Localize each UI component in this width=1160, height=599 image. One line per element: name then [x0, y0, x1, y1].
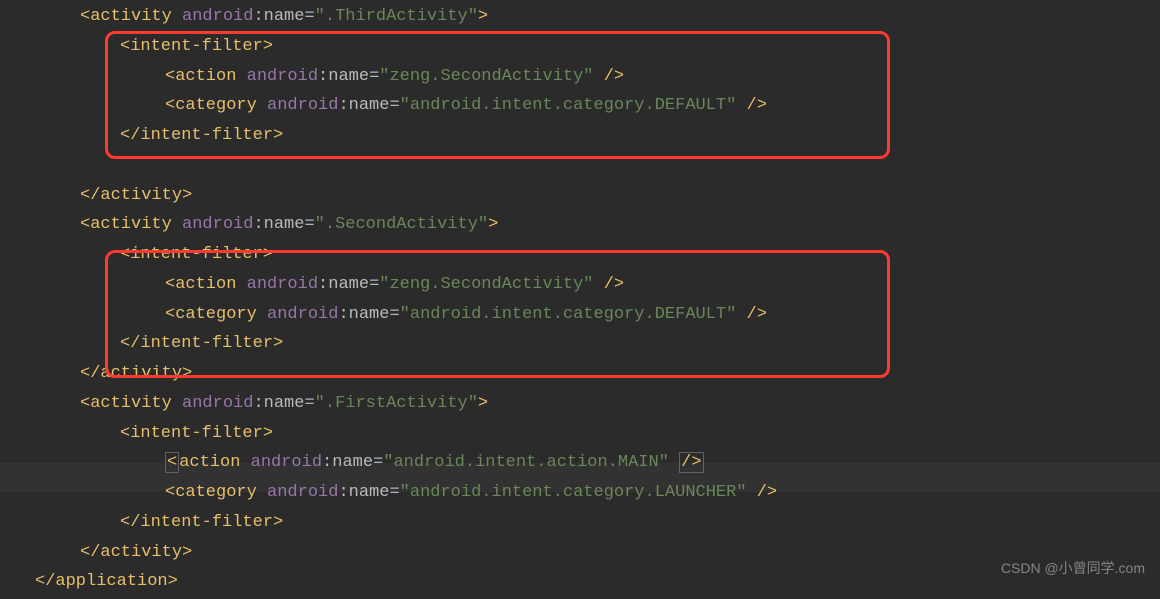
code-line[interactable]: <activity android:name=".FirstActivity"> [0, 389, 1160, 419]
code-line[interactable]: </activity> [0, 538, 1160, 568]
code-line[interactable]: <action android:name="zeng.SecondActivit… [0, 62, 1160, 92]
code-line[interactable]: </intent-filter> [0, 508, 1160, 538]
code-line[interactable]: <activity android:name=".SecondActivity"… [0, 210, 1160, 240]
code-line[interactable]: <category android:name="android.intent.c… [0, 300, 1160, 330]
code-line[interactable]: <action android:name="android.intent.act… [0, 448, 1160, 478]
code-line[interactable]: <category android:name="android.intent.c… [0, 91, 1160, 121]
code-line[interactable]: <intent-filter> [0, 240, 1160, 270]
code-line[interactable]: </application> [0, 567, 1160, 597]
code-line[interactable]: <intent-filter> [0, 419, 1160, 449]
code-line[interactable]: </activity> [0, 359, 1160, 389]
code-line[interactable]: <category android:name="android.intent.c… [0, 478, 1160, 508]
code-line[interactable]: <activity android:name=".ThirdActivity"> [0, 2, 1160, 32]
code-line[interactable]: </intent-filter> [0, 121, 1160, 151]
code-line[interactable]: </activity> [0, 181, 1160, 211]
code-line[interactable] [0, 151, 1160, 181]
code-line[interactable]: <action android:name="zeng.SecondActivit… [0, 270, 1160, 300]
code-line[interactable]: <intent-filter> [0, 32, 1160, 62]
code-line[interactable]: </intent-filter> [0, 329, 1160, 359]
watermark: CSDN @小曾同学.com [1001, 556, 1145, 581]
code-editor[interactable]: <activity android:name=".ThirdActivity">… [0, 0, 1160, 599]
